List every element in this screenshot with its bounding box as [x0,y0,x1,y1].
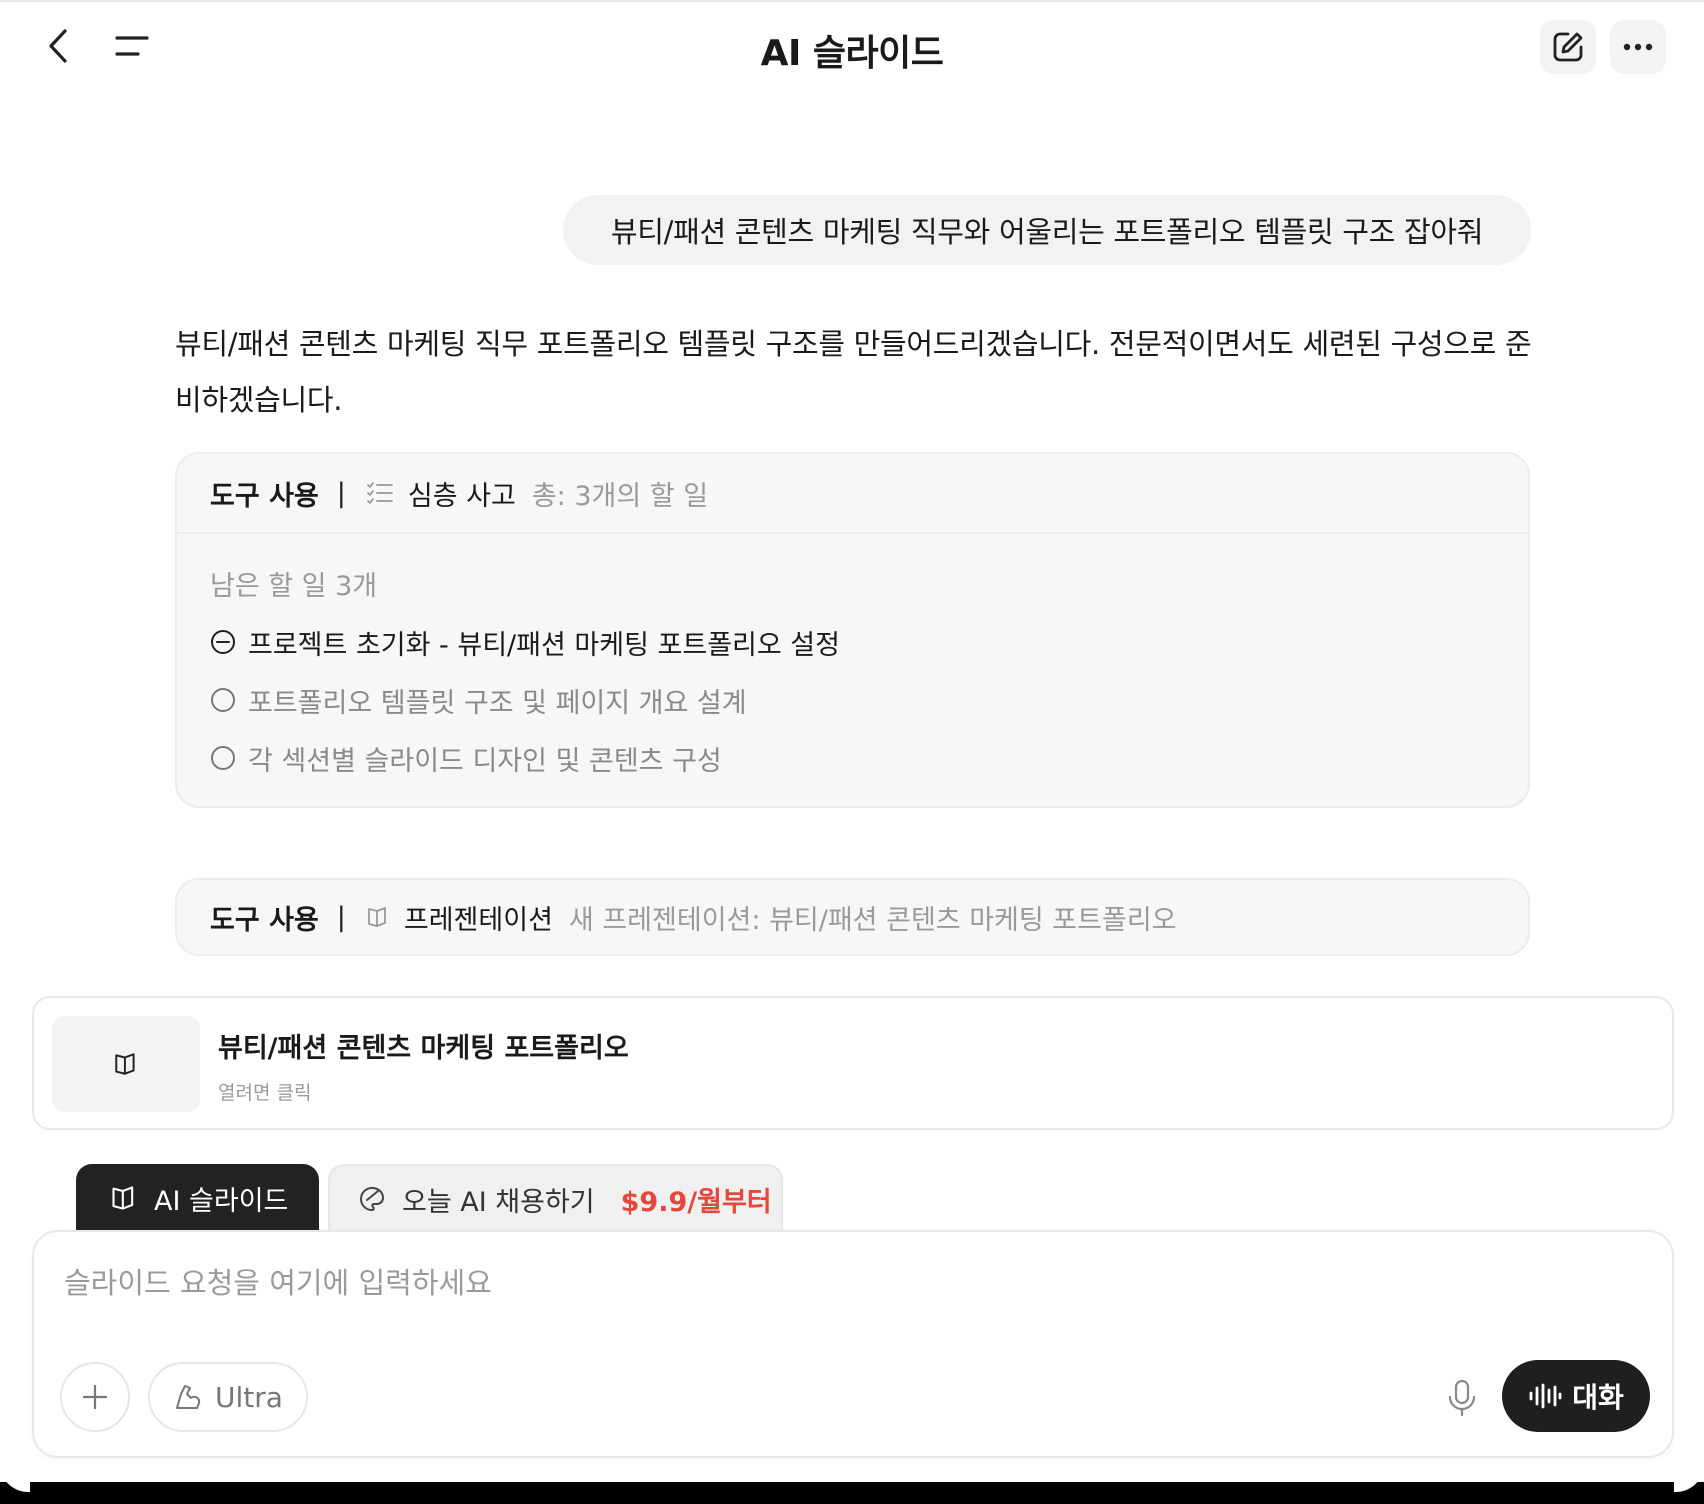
tool-meta: 새 프레젠테이션: 뷰티/패션 콘텐츠 마케팅 포트폴리오 [568,904,1177,936]
tool-name: 심층 사고 [407,480,516,512]
checklist-icon [366,482,393,504]
more-icon [1623,43,1653,51]
ultra-label: Ultra [215,1380,283,1414]
top-bar: AI 슬라이드 [0,0,1704,94]
muscle-icon [176,1385,201,1409]
assistant-message: 뷰티/패션 콘텐츠 마케팅 직무 포트폴리오 템플릿 구조를 만들어드리겠습니다… [175,327,1532,417]
prompt-input[interactable] [62,1252,1566,1314]
page-title: AI 슬라이드 [760,33,944,74]
task-item: 포트폴리오 템플릿 구조 및 페이지 개요 설계 [210,671,1495,729]
task-text: 각 섹션별 슬라이드 디자인 및 콘텐츠 구성 [248,745,722,777]
book-icon [115,1053,135,1075]
add-attachment-button[interactable] [60,1362,130,1432]
user-message-bubble: 뷰티/패션 콘텐츠 마케팅 직무와 어울리는 포트폴리오 템플릿 구조 잡아줘 [563,195,1531,265]
tool-meta: 총: 3개의 할 일 [531,480,709,512]
microphone-button[interactable] [1434,1370,1490,1426]
task-item: 각 섹션별 슬라이드 디자인 및 콘텐츠 구성 [210,729,1495,787]
plus-icon [82,1384,108,1410]
tab-label: 오늘 AI 채용하기 [402,1186,595,1218]
tab-ai-slides[interactable]: AI 슬라이드 [76,1164,319,1232]
book-icon [112,1186,134,1210]
todo-list: 남은 할 일 3개 프로젝트 초기화 - 뷰티/패션 마케팅 포트폴리오 설정 … [177,534,1528,787]
voice-chat-button[interactable]: 대화 [1502,1360,1650,1432]
tool-use-label: 도구 사용 [210,480,319,512]
presentation-file-card[interactable]: 뷰티/패션 콘텐츠 마케팅 포트폴리오 열려면 클릭 [32,996,1674,1130]
remaining-count: 남은 할 일 3개 [210,571,378,602]
file-title: 뷰티/패션 콘텐츠 마케팅 포트폴리오 [218,1033,629,1064]
ultra-mode-button[interactable]: Ultra [148,1362,308,1432]
book-icon [367,907,386,927]
empty-circle-icon [211,688,235,712]
promo-price: $9.9/월부터 [620,1186,772,1218]
file-subtitle: 열려면 클릭 [218,1082,312,1104]
task-text: 프로젝트 초기화 - 뷰티/패션 마케팅 포트폴리오 설정 [248,629,840,661]
in-progress-circle-icon [211,630,235,654]
tool-name: 프레젠테이션 [403,904,553,936]
talk-label: 대화 [1572,1381,1624,1414]
microphone-icon [1448,1379,1476,1417]
user-message-text: 뷰티/패션 콘텐츠 마케팅 직무와 어울리는 포트폴리오 템플릿 구조 잡아줘 [610,215,1484,249]
more-options-button[interactable] [1610,20,1666,74]
tool-use-card-presentation[interactable]: 도구 사용 | 프레젠테이션 새 프레젠테이션: 뷰티/패션 콘텐츠 마케팅 포… [175,878,1530,956]
tool-use-header[interactable]: 도구 사용 | 심층 사고 총: 3개의 할 일 [177,454,1528,534]
tool-use-label: 도구 사용 [210,904,319,936]
waveform-icon [1529,1383,1562,1409]
new-chat-button[interactable] [1540,20,1596,74]
message-composer: Ultra 대화 [32,1230,1674,1458]
task-item: 프로젝트 초기화 - 뷰티/패션 마케팅 포트폴리오 설정 [210,613,1495,671]
palette-icon [360,1186,385,1212]
file-thumbnail [52,1016,200,1112]
edit-icon [1553,32,1583,62]
tool-use-card-thinking[interactable]: 도구 사용 | 심층 사고 총: 3개의 할 일 남은 할 일 3개 프로젝트 … [175,452,1530,808]
separator: | [336,477,346,509]
empty-circle-icon [211,746,235,770]
tab-hire-ai-promo[interactable]: 오늘 AI 채용하기 $9.9/월부터 [328,1164,783,1232]
tab-label: AI 슬라이드 [154,1185,289,1217]
window-bottom-edge [0,1482,1704,1504]
task-text: 포트폴리오 템플릿 구조 및 페이지 개요 설계 [248,687,747,719]
separator: | [336,901,346,933]
